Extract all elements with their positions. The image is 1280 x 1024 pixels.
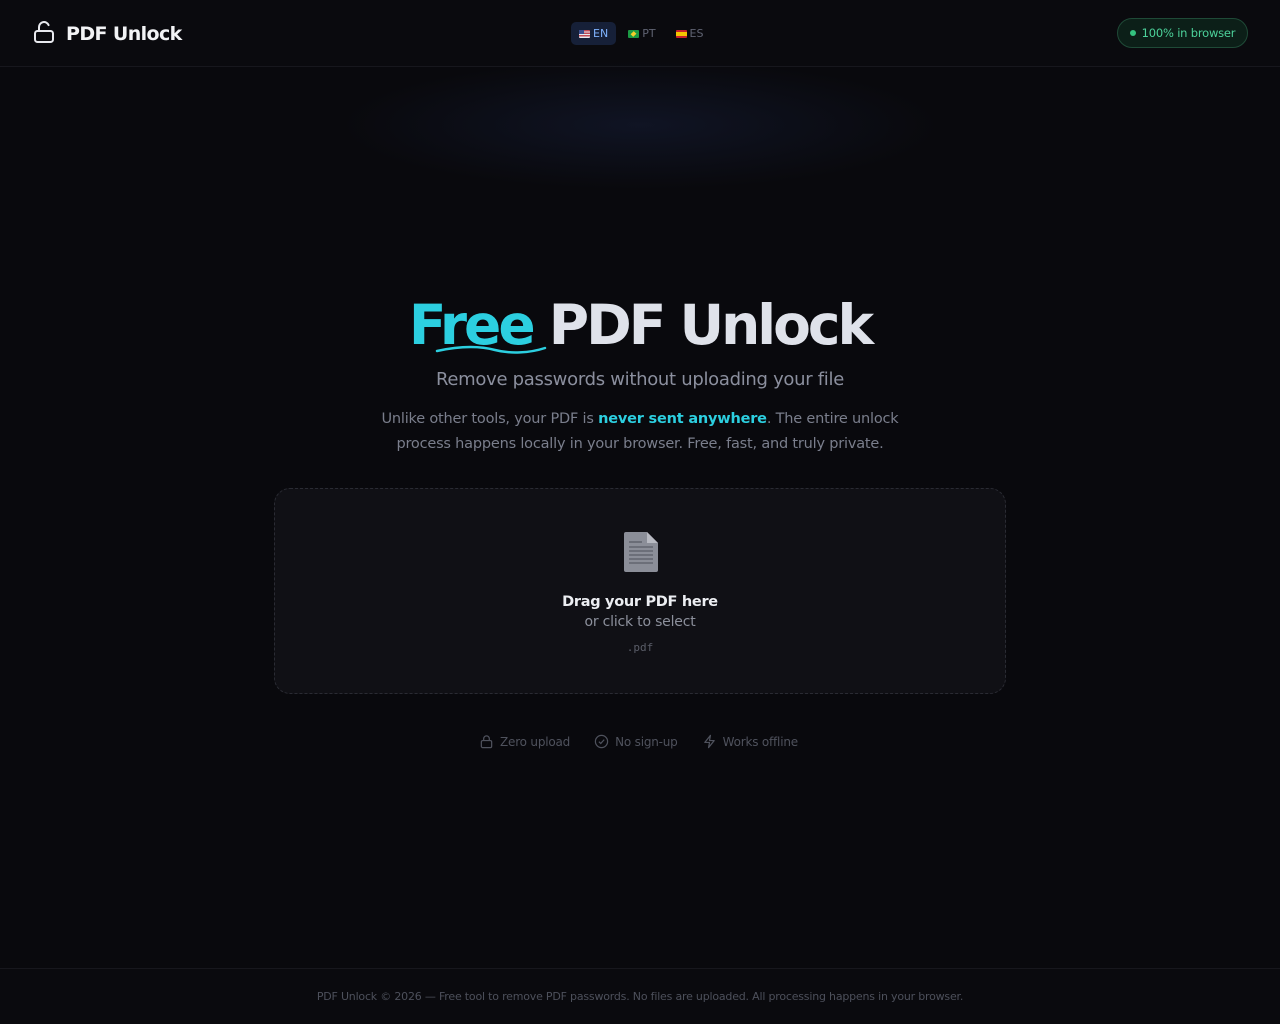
feature-label: No sign-up	[615, 734, 678, 749]
us-flag-icon	[579, 29, 590, 38]
language-switcher: EN PT ES	[571, 22, 711, 45]
feature-no-signup: No sign-up	[594, 734, 678, 749]
brand-name: PDF Unlock	[66, 23, 182, 45]
unlocked-padlock-icon	[33, 20, 55, 48]
hero-title-rest: PDF Unlock	[548, 293, 874, 357]
lang-option-pt[interactable]: PT	[620, 22, 663, 45]
squiggle-underline-icon	[435, 345, 547, 354]
check-circle-icon	[594, 734, 609, 749]
feature-zero-upload: Zero upload	[479, 734, 570, 749]
feature-label: Zero upload	[500, 734, 571, 749]
status-dot-icon	[1129, 30, 1136, 36]
pdf-dropzone[interactable]: Drag your PDF here or click to select .p…	[274, 488, 1006, 694]
dropzone-subtitle: or click to select	[584, 614, 696, 630]
spain-flag-icon	[675, 29, 687, 38]
desc-before: Unlike other tools, your PDF is	[381, 411, 599, 427]
background-glow	[340, 60, 940, 190]
lang-option-es[interactable]: ES	[668, 22, 712, 45]
desc-highlight: never sent anywhere	[598, 411, 767, 427]
feature-works-offline: Works offline	[702, 734, 798, 749]
top-header: PDF Unlock EN PT ES 100% in browser	[0, 0, 1280, 67]
feature-list: Zero upload No sign-up Works offline	[479, 734, 798, 749]
hero-subtitle: Remove passwords without uploading your …	[436, 369, 844, 390]
badge-label: 100% in browser	[1141, 26, 1236, 40]
in-browser-badge: 100% in browser	[1117, 18, 1248, 48]
lang-label-en: EN	[593, 27, 609, 40]
accepted-file-type: .pdf	[626, 641, 654, 654]
lightning-icon	[703, 734, 715, 749]
brand-logo[interactable]: PDF Unlock	[33, 20, 182, 48]
lang-label-es: ES	[689, 27, 704, 40]
page-footer: PDF Unlock © 2026 — Free tool to remove …	[0, 968, 1280, 1024]
page: PDF Unlock EN PT ES 100% in browser Free…	[0, 0, 1280, 1024]
lock-icon	[480, 735, 493, 749]
hero-description: Unlike other tools, your PDF is never se…	[380, 407, 900, 457]
brazil-flag-icon	[628, 29, 640, 38]
feature-label: Works offline	[722, 734, 799, 749]
footer-text: PDF Unlock © 2026 — Free tool to remove …	[316, 990, 964, 1003]
lang-label-pt: PT	[642, 27, 656, 40]
lang-option-en[interactable]: EN	[571, 22, 617, 45]
hero-title: Free PDF Unlock	[0, 293, 1280, 357]
document-icon	[624, 532, 658, 572]
dropzone-title: Drag your PDF here	[562, 594, 718, 610]
